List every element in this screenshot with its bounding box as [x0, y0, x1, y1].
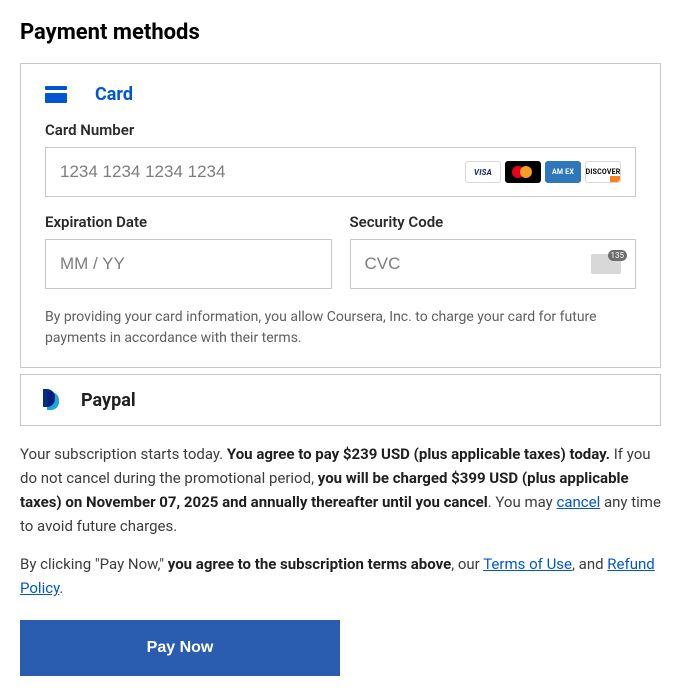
card-number-label: Card Number — [45, 121, 636, 139]
amex-icon: AM EX — [545, 161, 581, 183]
cvc-field[interactable] — [350, 239, 637, 289]
mastercard-icon — [505, 161, 541, 183]
card-panel: Card Card Number VISA AM EX DISCOVER Exp… — [20, 63, 661, 368]
credit-card-icon — [45, 86, 67, 104]
card-number-field[interactable]: VISA AM EX DISCOVER — [45, 147, 636, 197]
paypal-panel[interactable]: Paypal — [20, 374, 661, 426]
paypal-icon — [43, 389, 61, 411]
card-number-input[interactable] — [60, 162, 465, 182]
terms-of-use-link[interactable]: Terms of Use — [483, 555, 572, 573]
card-consent-text: By providing your card information, you … — [45, 307, 636, 349]
card-method-title: Card — [95, 84, 133, 105]
expiration-field[interactable] — [45, 239, 332, 289]
paypal-method-title: Paypal — [81, 390, 136, 411]
subscription-terms-2: By clicking "Pay Now," you agree to the … — [20, 552, 661, 600]
page-title: Payment methods — [20, 20, 661, 45]
subscription-terms-1: Your subscription starts today. You agre… — [20, 442, 661, 538]
discover-icon: DISCOVER — [585, 161, 621, 183]
expiration-input[interactable] — [60, 254, 317, 274]
card-method-header[interactable]: Card — [45, 84, 636, 105]
visa-icon: VISA — [465, 161, 501, 183]
cancel-link[interactable]: cancel — [557, 493, 601, 511]
expiration-label: Expiration Date — [45, 213, 332, 231]
cvc-input[interactable] — [365, 254, 592, 274]
card-brand-logos: VISA AM EX DISCOVER — [465, 161, 621, 183]
pay-now-button[interactable]: Pay Now — [20, 620, 340, 676]
cvc-hint-icon — [591, 254, 621, 274]
cvc-label: Security Code — [350, 213, 637, 231]
